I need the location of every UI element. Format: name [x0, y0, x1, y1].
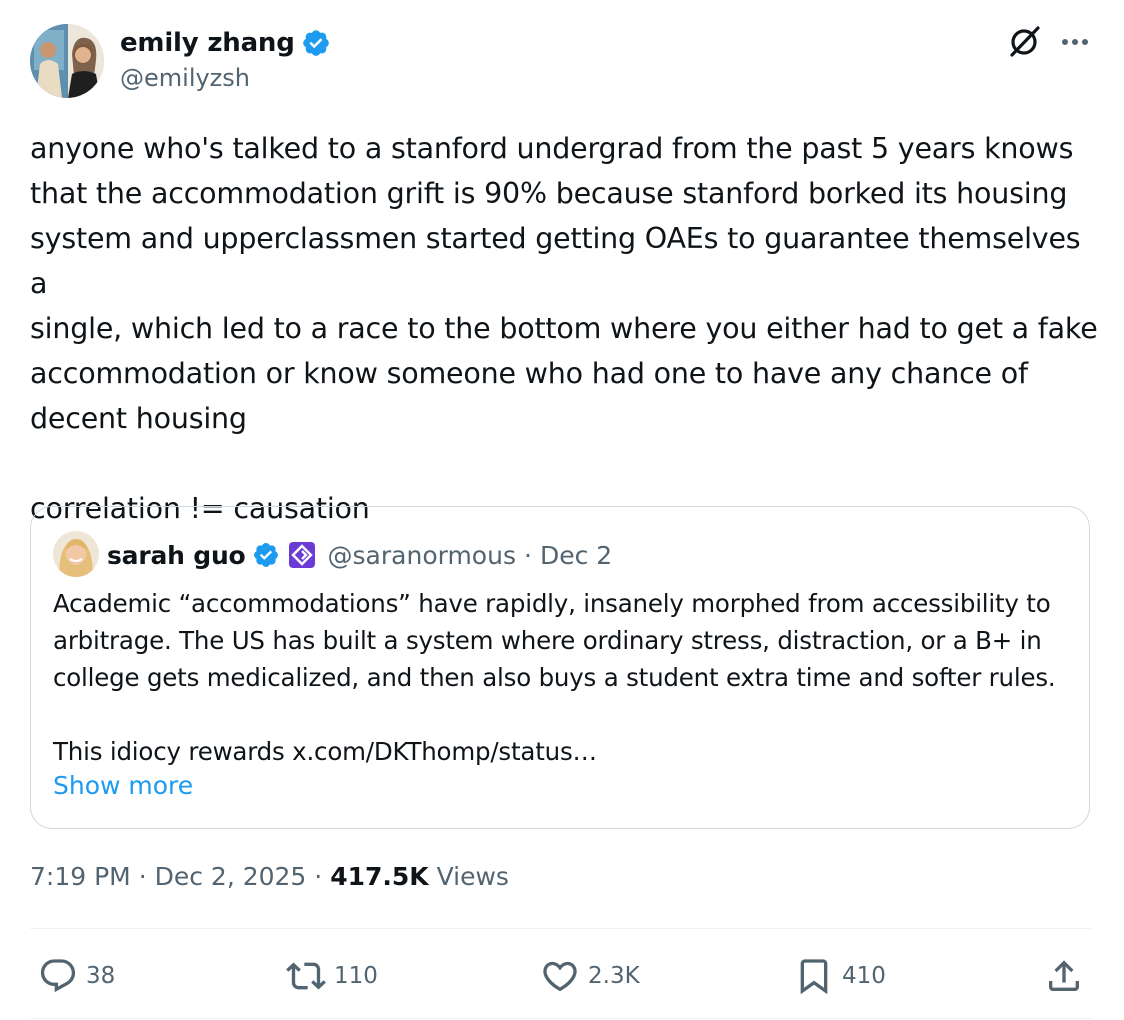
more-icon[interactable] — [1058, 30, 1092, 54]
divider — [30, 1018, 1092, 1019]
quoted-author-avatar[interactable] — [53, 531, 99, 577]
reply-button[interactable]: 38 — [38, 956, 115, 996]
show-more-link[interactable]: Show more — [53, 771, 193, 800]
affiliate-badge-icon[interactable] — [288, 541, 316, 569]
meta-separator: · — [314, 862, 323, 891]
quoted-separator: · — [523, 540, 532, 570]
views-label[interactable]: Views — [437, 862, 509, 891]
bookmark-count: 410 — [842, 963, 886, 989]
quoted-tweet[interactable]: sarah guo @saranormous · Dec 2 Academic … — [30, 506, 1090, 829]
bookmark-button[interactable]: 410 — [794, 956, 886, 996]
tweet-text: anyone who's talked to a stanford underg… — [30, 132, 1098, 525]
repost-count: 110 — [334, 963, 378, 989]
author-handle[interactable]: @emilyzsh — [120, 64, 250, 92]
quoted-date[interactable]: Dec 2 — [540, 541, 612, 570]
share-icon — [1049, 960, 1079, 991]
share-button[interactable] — [1044, 956, 1084, 996]
grok-icon[interactable] — [1006, 24, 1042, 60]
verified-badge-icon[interactable] — [252, 541, 280, 569]
tweet-time[interactable]: 7:19 PM — [30, 862, 131, 891]
verified-badge-icon[interactable] — [301, 28, 331, 58]
repost-button[interactable]: 110 — [286, 956, 378, 996]
like-icon — [543, 961, 577, 992]
repost-icon — [286, 962, 326, 990]
quoted-tweet-text: Academic “accommodations” have rapidly, … — [53, 589, 1056, 766]
quoted-author-display-name[interactable]: sarah guo — [107, 541, 246, 570]
views-count[interactable]: 417.5K — [330, 862, 428, 891]
meta-separator: · — [138, 862, 147, 891]
divider — [30, 928, 1092, 929]
quoted-author-handle[interactable]: @saranormous — [328, 541, 516, 570]
reply-icon — [40, 959, 76, 993]
author-display-name[interactable]: emily zhang — [120, 28, 295, 58]
tweet-date[interactable]: Dec 2, 2025 — [155, 862, 307, 891]
like-button[interactable]: 2.3K — [540, 956, 640, 996]
tweet-meta: 7:19 PM · Dec 2, 2025 · 417.5K Views — [30, 862, 509, 891]
reply-count: 38 — [86, 963, 116, 989]
author-avatar[interactable] — [30, 24, 104, 98]
like-count: 2.3K — [588, 963, 640, 989]
bookmark-icon — [800, 959, 828, 995]
